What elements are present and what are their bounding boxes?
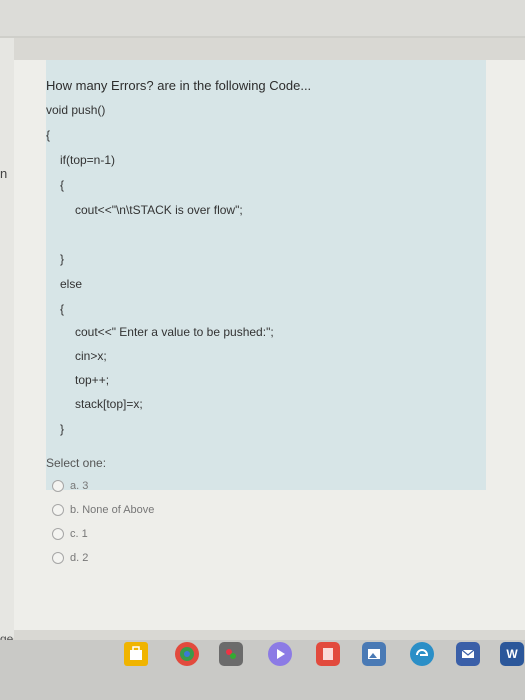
question-box bbox=[46, 60, 486, 490]
code-line-3: if(top=n-1) bbox=[60, 153, 116, 167]
code-line-2: { bbox=[46, 128, 51, 142]
top-divider bbox=[0, 36, 525, 38]
store-icon[interactable] bbox=[124, 642, 148, 666]
select-one-label: Select one: bbox=[46, 456, 107, 470]
option-d[interactable]: d. 2 bbox=[52, 550, 88, 566]
code-line-13: } bbox=[60, 422, 65, 436]
mail-icon[interactable] bbox=[456, 642, 480, 666]
taskbar bbox=[0, 640, 525, 700]
code-line-1: void push() bbox=[46, 103, 106, 117]
radio-option-d[interactable] bbox=[52, 552, 64, 564]
radio-option-a[interactable] bbox=[52, 480, 64, 492]
option-b[interactable]: b. None of Above bbox=[52, 502, 154, 518]
option-a-label: a. 3 bbox=[70, 480, 89, 492]
option-a[interactable]: a. 3 bbox=[52, 478, 88, 494]
option-c-label: c. 1 bbox=[70, 528, 88, 540]
code-line-11: top++; bbox=[75, 373, 110, 387]
code-line-8: { bbox=[60, 302, 65, 316]
left-navigation-strip bbox=[0, 38, 14, 638]
question-title: How many Errors? are in the following Co… bbox=[46, 78, 312, 93]
code-line-9: cout<<" Enter a value to be pushed:"; bbox=[75, 325, 274, 339]
quiz-panel bbox=[14, 60, 525, 630]
photos-icon[interactable] bbox=[362, 642, 386, 666]
code-line-6: } bbox=[60, 252, 65, 266]
option-d-label: d. 2 bbox=[70, 552, 89, 564]
edge-icon[interactable] bbox=[410, 642, 434, 666]
option-c[interactable]: c. 1 bbox=[52, 526, 88, 542]
media-icon[interactable] bbox=[268, 642, 292, 666]
code-line-5: cout<<"\n\tSTACK is over flow"; bbox=[75, 203, 243, 217]
code-line-12: stack[top]=x; bbox=[75, 397, 143, 411]
radio-option-c[interactable] bbox=[52, 528, 64, 540]
code-line-4: { bbox=[60, 178, 65, 192]
code-line-7: else bbox=[60, 277, 83, 291]
radio-option-b[interactable] bbox=[52, 504, 64, 516]
office-icon[interactable] bbox=[316, 642, 340, 666]
left-edge-text-top: n bbox=[0, 166, 8, 181]
paint-icon[interactable] bbox=[219, 642, 243, 666]
chrome-icon[interactable] bbox=[175, 642, 199, 666]
word-icon[interactable]: W bbox=[500, 642, 524, 666]
option-b-label: b. None of Above bbox=[70, 504, 155, 516]
code-line-10: cin>x; bbox=[75, 349, 107, 363]
browser-top-band bbox=[0, 0, 525, 36]
